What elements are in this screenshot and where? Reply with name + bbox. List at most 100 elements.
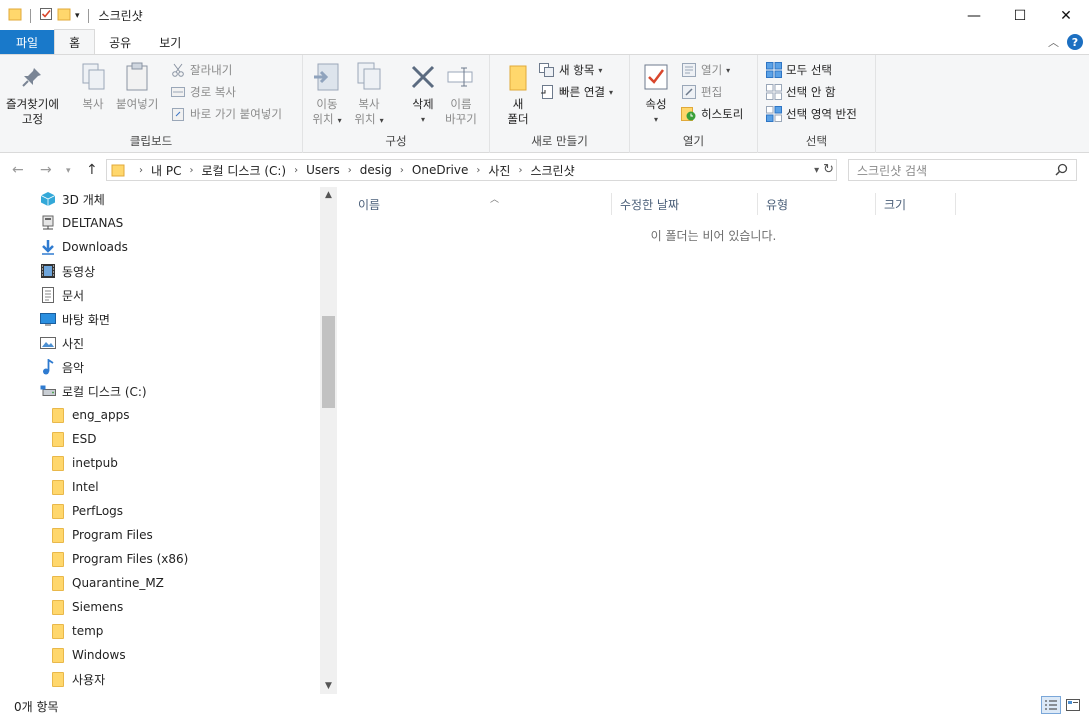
column-header-size[interactable]: 크기 xyxy=(876,193,956,215)
nav-item-music[interactable]: 음악 xyxy=(40,356,84,378)
nav-item-label: 로컬 디스크 (C:) xyxy=(62,384,147,399)
nav-item-videos[interactable]: 동영상 xyxy=(40,260,95,282)
title-bar: ▾ 스크린샷 — ☐ ✕ xyxy=(0,0,1089,31)
select-none-button[interactable]: 선택 안 함 xyxy=(766,84,836,100)
nav-item-label: PerfLogs xyxy=(72,504,124,518)
new-folder-icon[interactable] xyxy=(57,7,71,24)
paste-shortcut-button[interactable]: 바로 가기 붙여넣기 xyxy=(170,106,282,122)
nav-item-folder-perflogs[interactable]: PerfLogs xyxy=(50,500,123,522)
close-button[interactable]: ✕ xyxy=(1043,0,1089,31)
new-folder-label-line1: 새 xyxy=(512,97,524,111)
breadcrumb-pictures[interactable]: 사진 xyxy=(488,162,510,179)
breadcrumb-screenshots[interactable]: 스크린샷 xyxy=(530,162,574,179)
minimize-button[interactable]: — xyxy=(951,0,997,31)
back-arrow-icon[interactable]: ← xyxy=(12,162,24,178)
nav-item-folder-siemens[interactable]: Siemens xyxy=(50,596,123,618)
chevron-right-icon[interactable]: › xyxy=(189,165,193,176)
breadcrumb-users[interactable]: Users xyxy=(306,163,340,177)
large-icons-view-button[interactable] xyxy=(1063,696,1083,714)
nav-item-folder-quarantine[interactable]: Quarantine_MZ xyxy=(50,572,164,594)
chevron-up-icon[interactable]: ︿ xyxy=(1048,34,1059,50)
nav-item-folder-temp[interactable]: temp xyxy=(50,620,103,642)
open-button[interactable]: 열기 ▾ xyxy=(681,62,730,78)
search-icon[interactable] xyxy=(1055,163,1068,179)
forward-arrow-icon[interactable]: → xyxy=(40,162,52,178)
chevron-right-icon[interactable]: › xyxy=(518,165,522,176)
new-item-label: 새 항목 xyxy=(559,63,595,77)
details-view-button[interactable] xyxy=(1041,696,1061,714)
edit-button[interactable]: 편집 xyxy=(681,84,722,100)
column-header-date-modified[interactable]: 수정한 날짜 xyxy=(612,193,758,215)
nav-item-local-disk[interactable]: 로컬 디스크 (C:) xyxy=(40,380,147,402)
address-history-dropdown-icon[interactable]: ▾ xyxy=(814,162,819,177)
folder-icon xyxy=(50,503,66,519)
help-icon[interactable]: ? xyxy=(1067,34,1083,50)
nav-item-pictures[interactable]: 사진 xyxy=(40,332,84,354)
search-input[interactable]: 스크린샷 검색 xyxy=(848,159,1077,181)
breadcrumb-local-disk[interactable]: 로컬 디스크 (C:) xyxy=(201,162,286,179)
refresh-icon[interactable]: ↻ xyxy=(823,162,834,177)
nav-item-label: 동영상 xyxy=(62,264,96,279)
open-caret-icon: ▾ xyxy=(726,65,731,75)
tab-share[interactable]: 공유 xyxy=(95,30,145,54)
maximize-button[interactable]: ☐ xyxy=(997,0,1043,31)
organize-group-label: 구성 xyxy=(385,134,407,148)
navigation-scrollbar[interactable]: ▲ ▼ xyxy=(320,187,337,694)
pin-to-quick-access-button[interactable]: 즐겨찾기에 고정 xyxy=(6,61,59,127)
recent-locations-icon[interactable]: ▾ xyxy=(66,166,71,176)
scroll-up-arrow-icon[interactable]: ▲ xyxy=(320,190,337,200)
scroll-down-arrow-icon[interactable]: ▼ xyxy=(320,681,337,691)
column-header-type[interactable]: 유형 xyxy=(758,193,876,215)
folder-icon xyxy=(50,455,66,471)
new-folder-label-line2: 폴더 xyxy=(507,112,529,126)
nav-item-folder-windows[interactable]: Windows xyxy=(50,644,126,666)
nav-item-folder-intel[interactable]: Intel xyxy=(50,476,99,498)
column-header-name[interactable]: 이름 ︿ xyxy=(350,193,612,215)
breadcrumb-desig[interactable]: desig xyxy=(360,163,392,177)
nav-item-folder-inetpub[interactable]: inetpub xyxy=(50,452,118,474)
new-item-button[interactable]: 새 항목 ▾ xyxy=(539,62,602,78)
cut-button[interactable]: 잘라내기 xyxy=(170,62,232,78)
nav-item-folder-users[interactable]: 사용자 xyxy=(50,668,105,690)
scrollbar-thumb[interactable] xyxy=(322,316,335,408)
move-to-button[interactable]: 이동 위치 ▾ xyxy=(311,61,343,128)
properties-icon[interactable] xyxy=(39,7,53,24)
breadcrumb-this-pc[interactable]: 내 PC xyxy=(151,162,181,179)
status-bar: 0개 항목 xyxy=(0,694,1089,718)
breadcrumb-onedrive[interactable]: OneDrive xyxy=(412,163,468,177)
new-folder-icon xyxy=(502,61,534,93)
address-bar[interactable]: › 내 PC › 로컬 디스크 (C:) › Users › desig › O… xyxy=(106,159,837,181)
nav-item-folder-esd[interactable]: ESD xyxy=(50,428,96,450)
invert-selection-button[interactable]: 선택 영역 반전 xyxy=(766,106,857,122)
select-all-button[interactable]: 모두 선택 xyxy=(766,62,832,78)
tab-view[interactable]: 보기 xyxy=(145,30,195,54)
nav-item-documents[interactable]: 문서 xyxy=(40,284,84,306)
up-arrow-icon[interactable]: ↑ xyxy=(86,162,98,178)
nav-item-downloads[interactable]: Downloads xyxy=(40,236,128,258)
nav-item-folder-program-files-x86[interactable]: Program Files (x86) xyxy=(50,548,188,570)
nav-item-deltanas[interactable]: DELTANAS xyxy=(40,212,123,234)
chevron-right-icon[interactable]: › xyxy=(476,165,480,176)
tab-file[interactable]: 파일 xyxy=(0,30,55,54)
nav-item-folder-eng-apps[interactable]: eng_apps xyxy=(50,404,129,426)
easy-access-button[interactable]: 빠른 연결 ▾ xyxy=(539,84,613,100)
history-button[interactable]: 히스토리 xyxy=(681,106,743,122)
new-folder-button[interactable]: 새 폴더 xyxy=(502,61,534,127)
paste-button[interactable]: 붙여넣기 xyxy=(116,61,158,112)
copy-to-button[interactable]: 복사 위치 ▾ xyxy=(353,61,385,128)
nav-item-3d-objects[interactable]: 3D 개체 xyxy=(40,188,105,210)
customize-qat-icon[interactable]: ▾ xyxy=(75,11,80,21)
copy-button[interactable]: 복사 xyxy=(77,61,109,112)
file-list[interactable]: 이름 ︿ 수정한 날짜 유형 크기 이 폴더는 비어 있습니다. xyxy=(338,187,1089,694)
rename-button[interactable]: 이름 바꾸기 xyxy=(445,61,477,127)
nav-item-desktop[interactable]: 바탕 화면 xyxy=(40,308,110,330)
nav-item-folder-program-files[interactable]: Program Files xyxy=(50,524,153,546)
properties-button[interactable]: 속성 ▾ xyxy=(640,61,672,127)
download-icon xyxy=(40,239,56,255)
tab-home[interactable]: 홈 xyxy=(54,29,96,54)
chevron-right-icon[interactable]: › xyxy=(294,165,298,176)
copy-path-button[interactable]: 경로 복사 xyxy=(170,84,236,100)
chevron-right-icon[interactable]: › xyxy=(348,165,352,176)
delete-button[interactable]: 삭제 ▾ xyxy=(407,61,439,127)
chevron-right-icon[interactable]: › xyxy=(400,165,404,176)
